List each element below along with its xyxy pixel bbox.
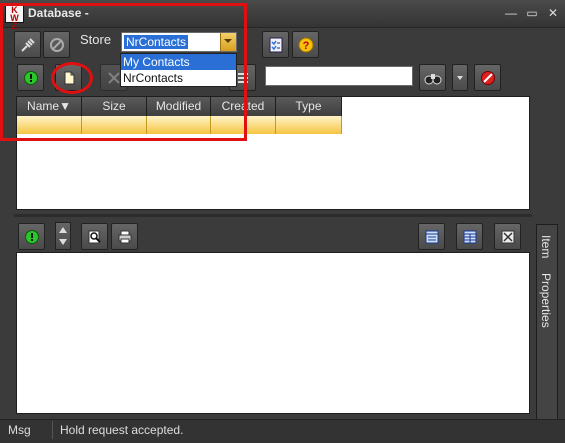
status-label: Msg bbox=[8, 423, 31, 437]
item-refresh-button[interactable] bbox=[18, 223, 45, 250]
checklist-button[interactable] bbox=[262, 31, 289, 58]
side-tab-strip: Item Properties bbox=[536, 224, 558, 420]
table-row-cell[interactable] bbox=[276, 116, 342, 134]
close-box-icon bbox=[501, 230, 514, 243]
inspect-button[interactable] bbox=[81, 223, 108, 250]
circle-annotation bbox=[51, 62, 93, 94]
splitter[interactable] bbox=[14, 214, 532, 217]
print-button[interactable] bbox=[111, 223, 138, 250]
refresh-icon bbox=[24, 229, 39, 244]
svg-text:?: ? bbox=[302, 40, 309, 52]
store-option[interactable]: NrContacts bbox=[121, 70, 236, 86]
close-item-button[interactable] bbox=[494, 223, 521, 250]
minimize-button[interactable]: — bbox=[503, 5, 519, 21]
tab-properties[interactable]: Properties bbox=[539, 273, 553, 328]
clear-filter-icon bbox=[480, 70, 495, 85]
store-dropdown[interactable]: My Contacts NrContacts bbox=[120, 53, 237, 87]
chevron-down-icon bbox=[457, 75, 463, 80]
spin-control[interactable] bbox=[55, 222, 71, 250]
item-detail-panel[interactable] bbox=[16, 252, 530, 414]
grid-view-icon bbox=[463, 230, 476, 243]
form-view-icon bbox=[425, 230, 438, 243]
find-button[interactable] bbox=[419, 64, 446, 91]
printer-icon bbox=[118, 230, 131, 243]
store-option[interactable]: My Contacts bbox=[121, 54, 236, 70]
layout-view-2-button[interactable] bbox=[456, 223, 483, 250]
search-input[interactable] bbox=[265, 66, 413, 86]
close-button[interactable]: ✕ bbox=[545, 5, 561, 21]
magnify-document-icon bbox=[88, 230, 101, 243]
status-message: Hold request accepted. bbox=[60, 423, 184, 437]
checklist-icon bbox=[269, 37, 282, 52]
find-options-button[interactable] bbox=[452, 64, 468, 91]
spin-arrows-icon bbox=[59, 227, 67, 245]
maximize-button[interactable]: ▭ bbox=[524, 5, 540, 21]
clear-search-button[interactable] bbox=[474, 64, 501, 91]
help-icon: ? bbox=[298, 37, 313, 52]
tab-item[interactable]: Item bbox=[539, 235, 553, 258]
help-button[interactable]: ? bbox=[292, 31, 319, 58]
column-header-type[interactable]: Type bbox=[276, 97, 342, 116]
layout-view-1-button[interactable] bbox=[418, 223, 445, 250]
binoculars-icon bbox=[424, 73, 441, 84]
status-divider bbox=[52, 421, 53, 439]
